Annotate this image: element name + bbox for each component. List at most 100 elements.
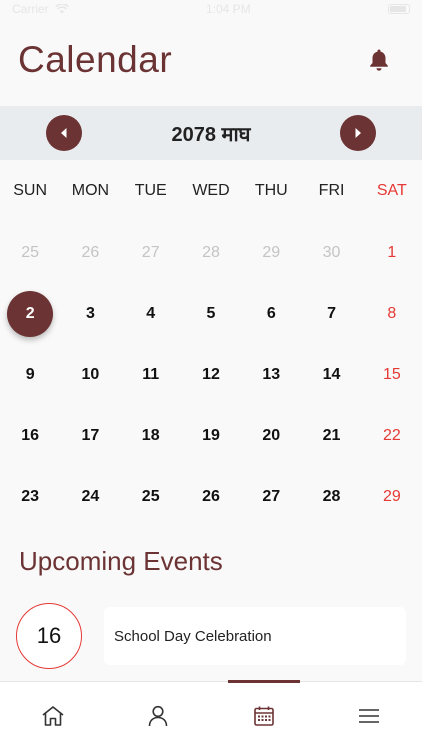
calendar-day-label: 9: [25, 365, 35, 383]
weekday-thu: THU: [254, 182, 288, 199]
calendar-day[interactable]: 10: [60, 344, 120, 405]
calendar-day[interactable]: 14: [301, 344, 361, 405]
calendar-day[interactable]: 23: [0, 466, 60, 527]
calendar-day-label: 1: [387, 243, 397, 261]
calendar-day-label: 16: [21, 426, 40, 444]
calendar-day[interactable]: 3: [60, 283, 120, 344]
home-icon: [42, 706, 64, 726]
calendar-day[interactable]: 2: [0, 283, 60, 344]
calendar-day-label: 24: [81, 487, 100, 505]
next-month-button[interactable]: [339, 115, 376, 151]
calendar-day-label: 21: [322, 426, 341, 444]
tab-calendar[interactable]: [211, 682, 317, 750]
calendar-day[interactable]: 18: [121, 405, 181, 466]
calendar-day[interactable]: 19: [181, 405, 241, 466]
weekday-fri: FRI: [318, 182, 345, 199]
battery-icon: [388, 4, 410, 14]
calendar-day-label: 5: [206, 304, 216, 322]
calendar-day[interactable]: 28: [301, 466, 361, 527]
calendar-day[interactable]: 9: [0, 344, 60, 405]
calendar-day[interactable]: 28: [181, 222, 241, 283]
calendar-day-label: 25: [21, 243, 40, 261]
event-item[interactable]: 16 School Day Celebration: [16, 603, 406, 669]
calendar-day[interactable]: 24: [60, 466, 120, 527]
weekday-header: SUN MON TUE WED THU FRI SAT: [0, 172, 422, 210]
event-date-badge: 16: [16, 603, 82, 669]
calendar-day-label: 3: [85, 304, 95, 322]
calendar-day[interactable]: 5: [181, 283, 241, 344]
previous-month-button[interactable]: [46, 115, 82, 151]
calendar-day[interactable]: 30: [301, 222, 361, 283]
calendar-day-label: 27: [141, 243, 160, 261]
bell-icon: [370, 49, 388, 71]
chevron-left-icon: [61, 128, 67, 138]
calendar-day[interactable]: 26: [181, 466, 241, 527]
calendar-icon: [253, 706, 274, 726]
bottom-tab-bar: [0, 681, 422, 750]
calendar-day-label: 26: [202, 487, 220, 505]
menu-icon: [359, 709, 380, 723]
calendar-day-label: 25: [141, 487, 160, 505]
calendar-day-label: 8: [387, 304, 397, 322]
calendar-day-label: 28: [322, 487, 341, 505]
calendar-day[interactable]: 12: [181, 344, 241, 405]
page-title: Calendar: [18, 39, 173, 80]
calendar-day-label: 15: [382, 365, 401, 383]
calendar-day[interactable]: 6: [241, 283, 301, 344]
calendar-day[interactable]: 29: [362, 466, 422, 527]
weekday-wed: WED: [192, 182, 230, 199]
calendar-day[interactable]: 25: [0, 222, 60, 283]
calendar-day[interactable]: 27: [241, 466, 301, 527]
calendar-day[interactable]: 21: [301, 405, 361, 466]
calendar-day[interactable]: 17: [60, 405, 120, 466]
calendar-day[interactable]: 4: [121, 283, 181, 344]
calendar-day-label: 23: [21, 487, 40, 505]
wifi-icon: [54, 4, 69, 14]
calendar-day-label: 18: [141, 426, 160, 444]
weekday-sat: SAT: [376, 182, 407, 199]
calendar-day[interactable]: 29: [241, 222, 301, 283]
calendar-day-label: 29: [382, 487, 401, 505]
month-navigation: 2078 माघ: [0, 106, 422, 160]
calendar-day[interactable]: 20: [241, 405, 301, 466]
calendar-day-label: 27: [262, 487, 281, 505]
calendar-day[interactable]: 27: [121, 222, 181, 283]
status-bar: Carrier 1:04 PM: [0, 0, 422, 18]
user-icon: [148, 705, 168, 727]
notification-bell-button[interactable]: [366, 47, 392, 73]
calendar-day-label: 28: [202, 243, 220, 261]
calendar-day[interactable]: 26: [60, 222, 120, 283]
calendar-day[interactable]: 7: [301, 283, 361, 344]
header: Calendar: [0, 30, 422, 90]
calendar-day-label: 4: [146, 304, 156, 322]
calendar-day[interactable]: 13: [241, 344, 301, 405]
calendar-day-label: 14: [322, 365, 341, 383]
calendar-day[interactable]: 16: [0, 405, 60, 466]
tab-home[interactable]: [0, 682, 106, 750]
event-card: School Day Celebration: [104, 607, 406, 665]
calendar-day[interactable]: 25: [121, 466, 181, 527]
chevron-right-icon: [355, 128, 361, 138]
calendar-day-label: 6: [266, 304, 276, 322]
month-label: 2078 माघ: [171, 123, 251, 146]
calendar-day-label: 20: [262, 426, 281, 444]
calendar-day-label: 7: [327, 304, 337, 322]
calendar-day-label: 10: [81, 365, 100, 383]
calendar-day-label: 26: [81, 243, 100, 261]
calendar-day-label: 2: [7, 290, 54, 337]
calendar-day[interactable]: 22: [362, 405, 422, 466]
carrier-label: Carrier: [12, 2, 49, 16]
upcoming-events-title: Upcoming Events: [19, 546, 223, 576]
calendar-day[interactable]: 1: [362, 222, 422, 283]
tab-profile[interactable]: [106, 682, 212, 750]
calendar-day-label: 29: [262, 243, 281, 261]
weekday-sun: SUN: [13, 182, 48, 199]
tab-menu[interactable]: [317, 682, 422, 750]
weekday-tue: TUE: [134, 182, 167, 199]
status-time: 1:04 PM: [205, 2, 251, 16]
calendar-day[interactable]: 8: [362, 283, 422, 344]
calendar-day[interactable]: 15: [362, 344, 422, 405]
calendar-day[interactable]: 11: [121, 344, 181, 405]
calendar-day-label: 11: [142, 365, 160, 383]
calendar-day-label: 19: [202, 426, 220, 444]
